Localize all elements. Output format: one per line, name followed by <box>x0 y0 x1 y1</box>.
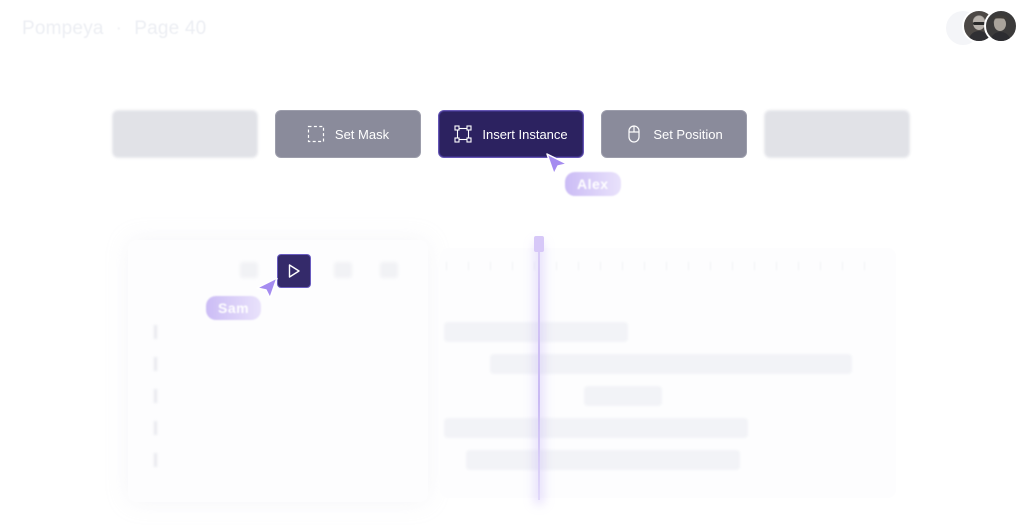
timeline-playhead[interactable] <box>538 246 540 500</box>
timeline-ruler <box>446 262 872 270</box>
collaborator-cursor-alex: Alex <box>545 152 621 196</box>
set-position-button[interactable]: Set Position <box>601 110 747 158</box>
play-button[interactable] <box>277 254 311 288</box>
timeline-clip[interactable] <box>490 354 852 374</box>
tool-toolbar: Set Mask Insert Instance Set Position <box>0 110 1024 162</box>
layer-item[interactable] <box>154 420 157 436</box>
timeline-clip[interactable] <box>444 418 748 438</box>
avatar[interactable] <box>984 9 1018 43</box>
breadcrumb-page[interactable]: Page 40 <box>134 18 206 40</box>
collaborator-avatars <box>922 8 1018 48</box>
dashed-square-icon <box>307 125 325 143</box>
forward-control[interactable] <box>334 262 352 278</box>
cursor-name-label: Sam <box>206 296 262 320</box>
set-mask-label: Set Mask <box>334 126 390 142</box>
set-position-label: Set Position <box>653 126 723 142</box>
transform-frame-icon <box>454 125 472 143</box>
faded-tool-left <box>112 110 258 158</box>
layer-item[interactable] <box>154 452 157 468</box>
faded-tool-right <box>764 110 910 158</box>
playhead-handle[interactable] <box>534 236 544 252</box>
insert-instance-button[interactable]: Insert Instance <box>438 110 584 158</box>
layer-item[interactable] <box>154 388 157 404</box>
set-mask-button[interactable]: Set Mask <box>275 110 421 158</box>
timeline-clip[interactable] <box>444 322 628 342</box>
insert-instance-label: Insert Instance <box>482 126 568 142</box>
timeline-clip[interactable] <box>584 386 662 406</box>
breadcrumb-separator: · <box>115 18 123 39</box>
play-icon <box>288 264 300 278</box>
layer-item[interactable] <box>154 356 157 372</box>
timeline-clip[interactable] <box>466 450 740 470</box>
layer-item[interactable] <box>154 324 157 340</box>
loop-control[interactable] <box>380 262 398 278</box>
editor-page: Pompeya · Page 40 Set Mask Insert Instan… <box>0 0 1024 530</box>
rewind-control[interactable] <box>240 262 258 278</box>
collaborator-cursor-sam: Sam <box>206 278 281 320</box>
breadcrumb: Pompeya · Page 40 <box>22 16 206 42</box>
cursor-name-label: Alex <box>565 172 621 196</box>
breadcrumb-project[interactable]: Pompeya <box>22 18 104 40</box>
mouse-icon <box>625 125 643 143</box>
